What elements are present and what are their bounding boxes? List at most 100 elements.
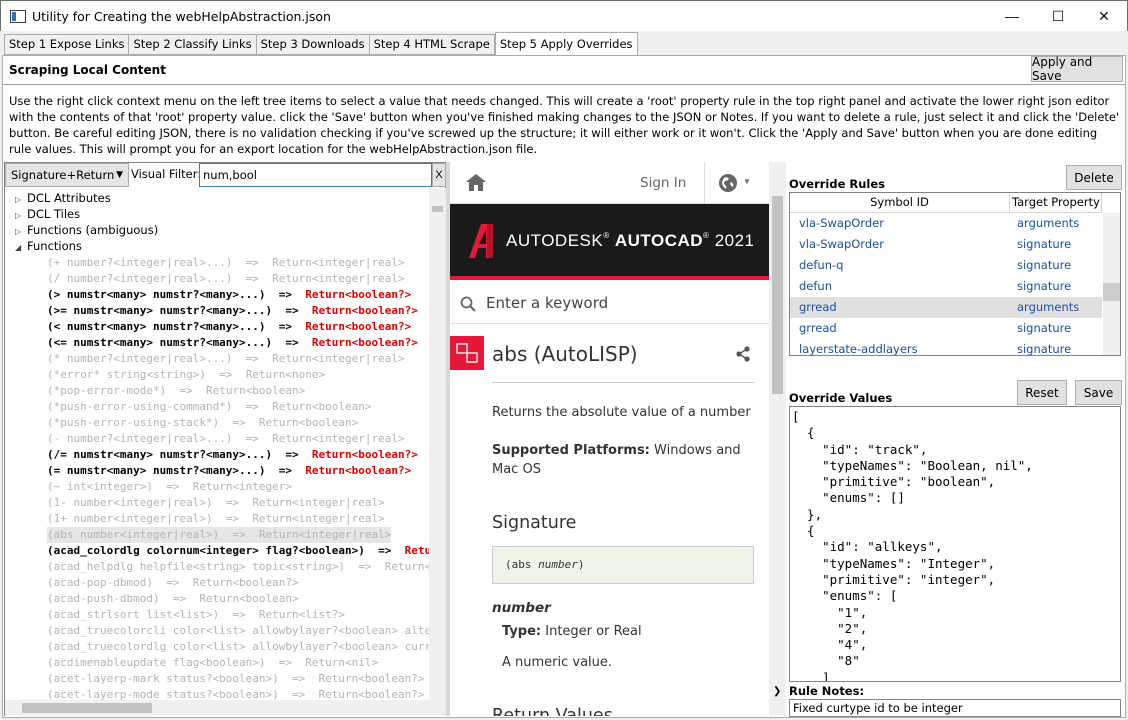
function-tree-item[interactable]: (acad_helpdlg helpfile<string> topic<str… <box>47 559 429 575</box>
tree-node-dcl-tiles[interactable]: ▷ DCL Tiles <box>15 207 80 221</box>
help-search-bar[interactable]: Enter a keyword <box>450 284 769 324</box>
table-row[interactable]: defun-q signature <box>790 255 1102 276</box>
sign-in-link[interactable]: Sign In <box>640 175 686 191</box>
table-row[interactable]: vla-SwapOrder arguments <box>790 213 1102 234</box>
clear-filter-button[interactable]: X <box>432 163 446 187</box>
rule-notes-label: Rule Notes: <box>789 684 865 698</box>
tab-step-5[interactable]: Step 5 Apply Overrides <box>494 32 638 55</box>
supported-platforms: Supported Platforms: Windows and <box>492 443 741 458</box>
apply-and-save-button[interactable]: Apply and Save <box>1031 55 1123 83</box>
function-tree-item[interactable]: (abs number<integer|real>) => Return<int… <box>47 527 392 543</box>
maximize-button[interactable]: ☐ <box>1035 1 1081 31</box>
signature-heading: Signature <box>492 513 577 533</box>
home-icon[interactable] <box>466 174 486 191</box>
save-button[interactable]: Save <box>1075 380 1122 405</box>
function-tree-item[interactable]: (*push-error-using-stack*) => Return<boo… <box>47 415 358 431</box>
function-tree-item[interactable]: (/ number?<integer|real>...) => Return<i… <box>47 271 405 287</box>
close-button[interactable]: ✕ <box>1081 1 1127 31</box>
chevron-down-icon[interactable]: ▼ <box>743 177 751 186</box>
function-tree-item[interactable]: (< numstr<many> numstr?<many>...) => Ret… <box>47 319 411 335</box>
column-header-target-property[interactable]: Target Property <box>1010 193 1102 212</box>
function-tree-item[interactable]: (acad_truecolordlg color<list> allowbyla… <box>47 639 429 655</box>
function-topic-icon <box>456 343 478 363</box>
topic-icon <box>450 336 484 370</box>
table-row[interactable]: grread signature <box>790 318 1102 339</box>
json-editor-text[interactable]: [ { "id": "track", "typeNames": "Boolean… <box>790 407 1120 681</box>
function-tree-item[interactable]: (+ number?<integer|real>...) => Return<i… <box>47 255 405 271</box>
function-tree-item[interactable]: (<= numstr<many> numstr?<many>...) => Re… <box>47 335 418 351</box>
function-tree-item[interactable]: (acad-pop-dbmod) => Return<boolean?> <box>47 575 299 591</box>
display-mode-select[interactable]: Signature+Return ▼ <box>5 163 129 187</box>
table-row[interactable]: vla-SwapOrder signature <box>790 234 1102 255</box>
tree-horizontal-scrollbar[interactable] <box>5 700 446 716</box>
table-row[interactable]: layerstate-addlayers signature <box>790 339 1102 355</box>
tab-step-3[interactable]: Step 3 Downloads <box>255 34 369 55</box>
scroll-thumb[interactable] <box>432 206 443 212</box>
tree-node-functions-ambiguous[interactable]: ▷ Functions (ambiguous) <box>15 223 158 237</box>
tab-step-4[interactable]: Step 4 HTML Scrape <box>368 34 495 55</box>
help-browser: Sign In ▼ AUTODESK® AUTOCAD® 2021 Enter … <box>450 162 769 716</box>
column-header-symbol-id[interactable]: Symbol ID <box>790 193 1010 212</box>
function-tree-item[interactable]: (*error* string<string>) => Return<none> <box>47 367 325 383</box>
json-editor[interactable]: [ { "id": "track", "typeNames": "Boolean… <box>789 406 1121 682</box>
function-tree-item[interactable]: (*pop-error-mode*) => Return<boolean> <box>47 383 305 399</box>
tab-step-2[interactable]: Step 2 Classify Links <box>128 34 256 55</box>
function-tree-item[interactable]: (acad_truecolorcli color<list> allowbyla… <box>47 623 429 639</box>
autodesk-banner: AUTODESK® AUTOCAD® 2021 <box>450 204 769 280</box>
tab-step-1[interactable]: Step 1 Expose Links <box>4 34 129 55</box>
help-search-input[interactable]: Enter a keyword <box>486 294 608 312</box>
expand-arrow-icon[interactable]: ▷ <box>15 227 27 236</box>
function-tree-item[interactable]: (>= numstr<many> numstr?<many>...) => Re… <box>47 303 418 319</box>
brand-title: AUTODESK® AUTOCAD® 2021 <box>506 231 755 250</box>
function-tree-item[interactable]: (1+ number<integer|real>) => Return<inte… <box>47 511 385 527</box>
function-tree-item[interactable]: (acdimenableupdate flag<boolean>) => Ret… <box>47 655 378 671</box>
cell-symbol-id: grread <box>799 300 837 314</box>
window-title: Utility for Creating the webHelpAbstract… <box>32 8 331 24</box>
help-vertical-scrollbar[interactable] <box>769 162 786 716</box>
grid-vertical-scrollbar[interactable] <box>1103 213 1120 355</box>
override-rules-grid: Symbol ID Target Property vla-SwapOrder a… <box>789 192 1121 356</box>
function-tree-item[interactable]: (acad-push-dbmod) => Return<boolean> <box>47 591 299 607</box>
function-tree-item[interactable]: (1- number<integer|real>) => Return<inte… <box>47 495 385 511</box>
tree-vertical-scrollbar[interactable] <box>429 188 446 700</box>
tree-node-dcl-attributes[interactable]: ▷ DCL Attributes <box>15 191 111 205</box>
globe-icon[interactable] <box>718 173 738 193</box>
override-values-label: Override Values <box>789 391 893 405</box>
function-tree-item[interactable]: (/= numstr<many> numstr?<many>...) => Re… <box>47 447 418 463</box>
scroll-thumb[interactable] <box>772 196 783 394</box>
instructions-text: Use the right click context menu on the … <box>9 94 1120 156</box>
share-icon[interactable] <box>735 346 751 362</box>
collapse-chevron-icon[interactable]: ❯ <box>773 686 781 697</box>
function-tree-item[interactable]: (- number?<integer|real>...) => Return<i… <box>47 431 405 447</box>
function-tree-item[interactable]: (= numstr<many> numstr?<many>...) => Ret… <box>47 463 411 479</box>
function-tree-item[interactable]: (acet-layerp-mark status?<boolean>) => R… <box>47 671 425 687</box>
cell-target-property: signature <box>1017 258 1072 272</box>
function-tree-item[interactable]: (*push-error-using-command*) => Return<b… <box>47 399 372 415</box>
supported-platforms-cont: Mac OS <box>492 462 541 477</box>
chevron-down-icon: ▼ <box>116 170 123 180</box>
override-rules-label: Override Rules <box>789 177 886 191</box>
function-tree-item[interactable]: (acad_colordlg colornum<integer> flag?<b… <box>47 543 429 559</box>
cell-symbol-id: vla-SwapOrder <box>799 216 884 230</box>
scroll-thumb[interactable] <box>1103 283 1120 301</box>
delete-rule-button[interactable]: Delete <box>1066 165 1122 190</box>
divider <box>3 84 1125 85</box>
function-tree-item[interactable]: (* number?<integer|real>...) => Return<i… <box>47 351 405 367</box>
minimize-button[interactable]: — <box>989 1 1035 31</box>
expand-arrow-icon[interactable]: ▷ <box>15 211 27 220</box>
tree-node-functions[interactable]: ◢ Functions <box>15 239 82 253</box>
collapse-arrow-icon[interactable]: ◢ <box>15 243 27 252</box>
function-tree-item[interactable]: (~ int<integer>) => Return<integer> <box>47 479 292 495</box>
rule-notes-input[interactable]: Fixed curtype id to be integer <box>789 699 1121 717</box>
search-icon <box>460 296 476 312</box>
function-tree-item[interactable]: (acet-layerp-mode status?<boolean>) => R… <box>47 687 425 700</box>
table-row[interactable]: defun signature <box>790 276 1102 297</box>
visual-filter-input[interactable]: num,bool <box>199 163 432 187</box>
reset-button[interactable]: Reset <box>1017 380 1067 405</box>
expand-arrow-icon[interactable]: ▷ <box>15 195 27 204</box>
table-row[interactable]: grread arguments <box>790 297 1102 318</box>
scroll-thumb[interactable] <box>22 703 152 713</box>
doc-title: abs (AutoLISP) <box>492 342 638 366</box>
function-tree-item[interactable]: (acad_strlsort list<list>) => Return<lis… <box>47 607 345 623</box>
function-tree-item[interactable]: (> numstr<many> numstr?<many>...) => Ret… <box>47 287 411 303</box>
